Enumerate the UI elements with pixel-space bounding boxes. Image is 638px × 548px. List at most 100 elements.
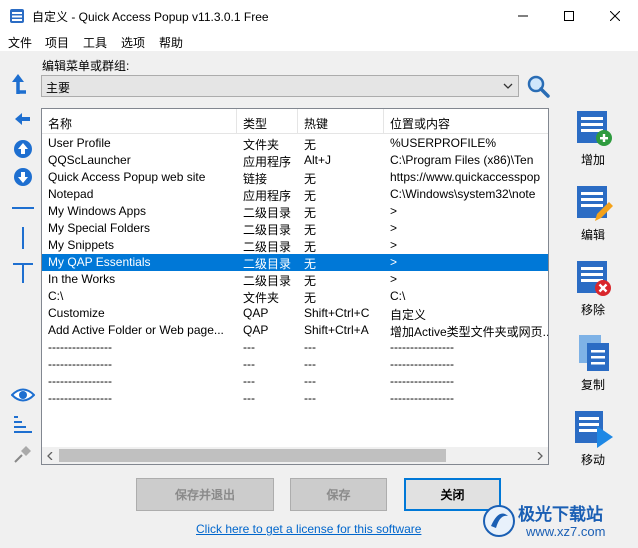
- watermark-logo-icon: [483, 505, 515, 537]
- list-row[interactable]: User Profile 文件夹 无 %USERPROFILE%: [42, 135, 548, 152]
- menu-item[interactable]: 项目: [45, 34, 69, 51]
- menu-options[interactable]: 选项: [121, 34, 145, 51]
- preview-button[interactable]: [11, 383, 35, 407]
- cell-location: 增加Active类型文件夹或网页...: [390, 325, 548, 339]
- close-window-button[interactable]: [592, 0, 638, 31]
- scroll-left-button[interactable]: [42, 447, 59, 464]
- list-row[interactable]: My Snippets 二级目录无 >: [42, 237, 548, 254]
- cell-location: >: [390, 221, 398, 235]
- cell-location: >: [390, 255, 398, 269]
- remove-label: 移除: [580, 303, 605, 317]
- cell-location: ----------------: [390, 391, 454, 405]
- pin-button[interactable]: [11, 442, 35, 466]
- column-header-hotkey[interactable]: 热键: [298, 109, 384, 134]
- list-row[interactable]: My Windows Apps 二级目录无 >: [42, 203, 548, 220]
- menu-group-select[interactable]: 主要: [41, 75, 519, 97]
- copy-action[interactable]: 复制: [567, 333, 619, 393]
- sort-button[interactable]: [11, 412, 35, 436]
- move-label: 移动: [580, 453, 605, 467]
- chevron-right-icon: [537, 451, 543, 460]
- cell-location: >: [390, 238, 398, 252]
- sort-icon: [14, 416, 32, 433]
- cell-location: C:\: [390, 289, 406, 303]
- search-icon[interactable]: [526, 74, 550, 98]
- add-label: 增加: [580, 153, 605, 167]
- scroll-thumb[interactable]: [59, 449, 446, 462]
- list-row[interactable]: Notepad 应用程序无 C:\Windows\system32\note: [42, 186, 548, 203]
- save-and-exit-button[interactable]: 保存并退出: [136, 478, 274, 511]
- list-row[interactable]: My QAP Essentials 二级目录无 >: [42, 254, 548, 271]
- move-action[interactable]: 移动: [567, 408, 619, 468]
- arrow-left-icon: [15, 113, 30, 125]
- cell-name: My Snippets: [48, 238, 115, 252]
- add-text-separator-button[interactable]: [11, 261, 35, 285]
- cell-hotkey: Shift+Ctrl+A: [304, 323, 369, 337]
- cell-hotkey: 无: [304, 189, 317, 203]
- list-row[interactable]: ---------------- --- --- ----------------: [42, 373, 548, 390]
- list-row[interactable]: ---------------- --- --- ----------------: [42, 339, 548, 356]
- list-header: 名称 类型 热键 位置或内容: [42, 109, 548, 134]
- remove-icon: [577, 261, 611, 296]
- list-row[interactable]: Customize QAP Shift+Ctrl+C 自定义: [42, 305, 548, 322]
- cell-hotkey: 无: [304, 206, 317, 220]
- cell-hotkey: ---: [304, 357, 316, 371]
- add-column-break-button[interactable]: [11, 226, 35, 250]
- cell-name: My Windows Apps: [48, 204, 147, 218]
- cell-hotkey: ---: [304, 340, 316, 354]
- separator-icon: [12, 207, 34, 209]
- favorites-list[interactable]: 名称 类型 热键 位置或内容 User Profile 文件夹无 %USERPROF…: [41, 108, 549, 465]
- remove-action[interactable]: 移除: [567, 258, 619, 318]
- arrow-up-circle-icon: [14, 140, 32, 158]
- cell-location: ----------------: [390, 357, 454, 371]
- cell-name: ----------------: [48, 340, 112, 354]
- cell-type: QAP: [243, 323, 269, 337]
- add-action[interactable]: 增加: [567, 108, 619, 168]
- list-row[interactable]: In the Works 二级目录无 >: [42, 271, 548, 288]
- menu-bar: 文件 项目 工具 选项 帮助: [0, 31, 638, 51]
- parent-folder-button[interactable]: [11, 72, 35, 96]
- list-row[interactable]: Add Active Folder or Web page... QAP Shift…: [42, 322, 548, 339]
- cell-name: Quick Access Popup web site: [48, 170, 206, 184]
- move-up-button[interactable]: [11, 137, 35, 161]
- add-separator-button[interactable]: [11, 196, 35, 220]
- add-icon: [577, 111, 612, 146]
- cell-location: 自定义: [390, 308, 427, 322]
- back-button[interactable]: [11, 107, 35, 131]
- cell-location: C:\Windows\system32\note: [390, 187, 536, 201]
- minimize-button[interactable]: [500, 0, 546, 31]
- cell-type: 二级目录: [243, 206, 292, 220]
- maximize-button[interactable]: [546, 0, 592, 31]
- cell-type: ---: [243, 340, 255, 354]
- cell-name: Customize: [48, 306, 105, 320]
- license-link[interactable]: Click here to get a license for this sof…: [196, 522, 421, 536]
- cell-hotkey: 无: [304, 138, 317, 152]
- list-row[interactable]: Quick Access Popup web site 链接 无 https://ww…: [42, 169, 548, 186]
- scroll-right-button[interactable]: [531, 447, 548, 464]
- list-row[interactable]: C:\ 文件夹 无 C:\: [42, 288, 548, 305]
- cell-type: 文件夹: [243, 291, 280, 305]
- horizontal-scrollbar[interactable]: [42, 447, 548, 464]
- list-row[interactable]: ---------------- --- --- ----------------: [42, 390, 548, 407]
- cell-hotkey: 无: [304, 172, 317, 186]
- cell-type: 二级目录: [243, 223, 292, 237]
- cell-name: User Profile: [48, 136, 111, 150]
- app-icon: [10, 9, 24, 23]
- menu-tools[interactable]: 工具: [83, 34, 107, 51]
- menu-help[interactable]: 帮助: [159, 34, 183, 51]
- cell-type: 二级目录: [243, 274, 292, 288]
- window-title: 自定义 - Quick Access Popup v11.3.0.1 Free: [32, 10, 269, 24]
- cell-type: 文件夹: [243, 138, 280, 152]
- menu-file[interactable]: 文件: [8, 34, 32, 51]
- column-header-location[interactable]: 位置或内容: [384, 109, 548, 134]
- list-row[interactable]: QQScLauncher 应用程序 Alt+J C:\Program Files (x…: [42, 152, 548, 169]
- save-button[interactable]: 保存: [290, 478, 387, 511]
- edit-action[interactable]: 编辑: [567, 183, 619, 243]
- move-down-button[interactable]: [11, 165, 35, 189]
- column-header-name[interactable]: 名称: [42, 109, 237, 134]
- list-row[interactable]: ---------------- --- --- ----------------: [42, 356, 548, 373]
- group-label: 编辑菜单或群组:: [42, 59, 130, 73]
- list-row[interactable]: My Special Folders 二级目录无 >: [42, 220, 548, 237]
- column-header-type[interactable]: 类型: [237, 109, 298, 134]
- text-separator-icon: [13, 263, 33, 283]
- eye-icon: [11, 388, 35, 402]
